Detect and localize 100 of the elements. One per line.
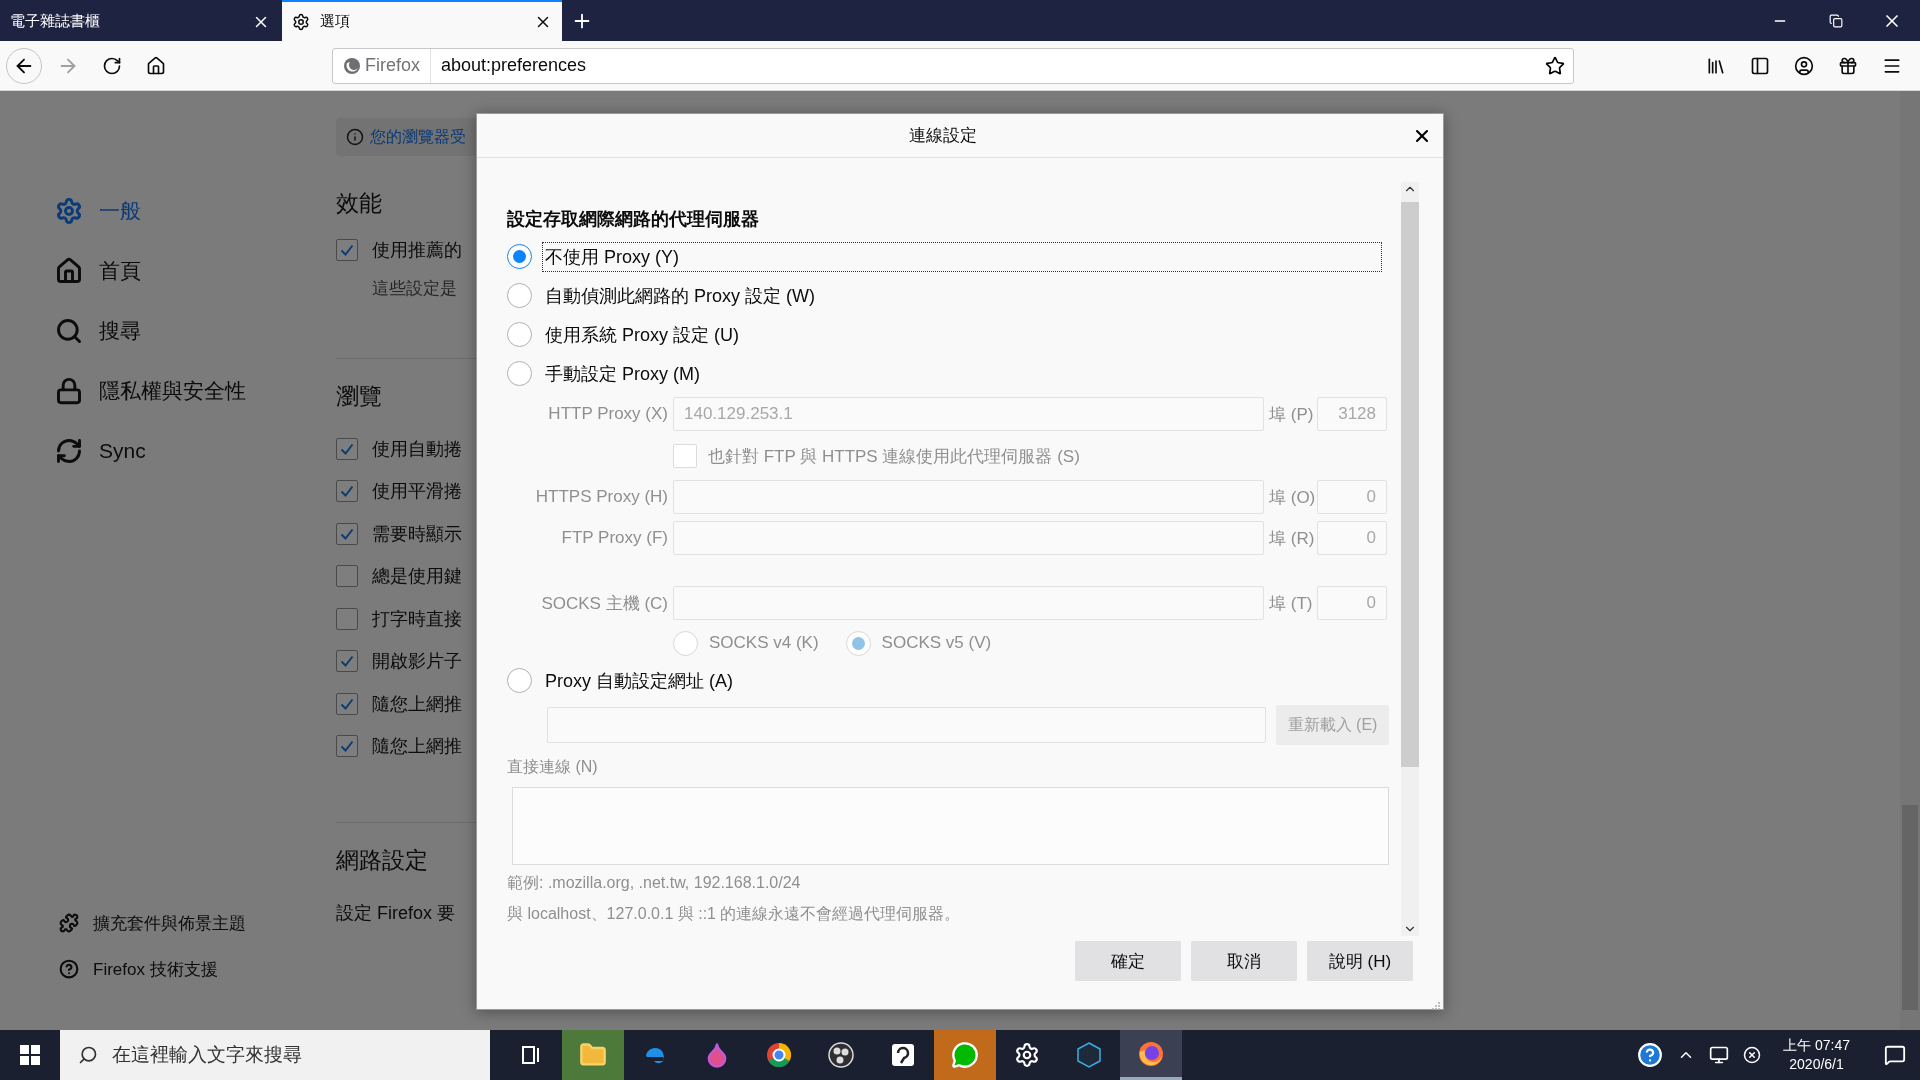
info-icon <box>346 128 364 146</box>
star-icon[interactable] <box>1545 55 1565 76</box>
reload-icon <box>102 55 122 76</box>
notice-text: 您的瀏覽器受 <box>370 126 466 147</box>
browser-tab[interactable]: 選項 <box>282 0 562 41</box>
search-icon <box>55 317 83 345</box>
sync-icon <box>55 437 83 465</box>
fox-globe-icon <box>343 56 361 75</box>
home-icon <box>146 55 166 76</box>
gear-icon <box>292 12 310 31</box>
sidebar-item[interactable]: 一般 <box>55 181 336 241</box>
dialog-button[interactable]: 確定 <box>1075 941 1181 981</box>
clock[interactable]: 上午 07:47 2020/6/1 <box>1783 1036 1850 1074</box>
radio-label: SOCKS v5 (V) <box>881 633 992 653</box>
checkbox-label: 開啟影片子 <box>372 650 462 674</box>
ring-icon <box>765 1041 793 1069</box>
restore-icon[interactable] <box>1829 13 1843 28</box>
field-label: 直接連線 (N) <box>507 757 599 777</box>
home-icon <box>55 257 83 285</box>
radio-button[interactable] <box>507 361 532 386</box>
help-icon[interactable] <box>1637 1042 1664 1068</box>
url-text: about:preferences <box>440 55 588 76</box>
radio-label: 手動設定 Proxy (M) <box>544 362 701 386</box>
checkbox-label: 使用平滑捲 <box>372 480 462 504</box>
checkmark-icon <box>339 483 355 500</box>
checkbox-label: 打字時直接 <box>372 607 462 631</box>
dialog-button[interactable]: 說明 (H) <box>1307 941 1413 981</box>
chat-icon <box>951 1041 979 1069</box>
windows-icon <box>20 1045 40 1065</box>
puzzle-icon <box>59 913 79 933</box>
gear-icon <box>1014 1042 1040 1068</box>
section-title: 瀏覽 <box>336 381 382 411</box>
checkmark-icon <box>339 738 355 755</box>
section-title: 效能 <box>336 189 382 218</box>
checkbox[interactable] <box>336 565 358 588</box>
sidebar-icon <box>1750 55 1770 76</box>
checkbox[interactable] <box>336 607 358 630</box>
sidebar-link[interactable]: Firefox 技術支援 <box>55 946 336 992</box>
checkbox-label: 隨您上網推 <box>372 735 462 759</box>
radio-button[interactable] <box>507 668 532 693</box>
folder-icon <box>579 1041 607 1069</box>
help-icon <box>59 959 79 979</box>
hint-text: 範例: .mozilla.org, .net.tw, 192.168.1.0/24 <box>507 873 802 893</box>
section-title: 網路設定 <box>336 845 428 875</box>
fox-globe-icon <box>1137 1039 1165 1068</box>
radio-button[interactable] <box>507 244 532 269</box>
checkbox-label: 隨您上網推 <box>372 692 462 716</box>
checkbox-label: 也針對 FTP 與 HTTPS 連線使用此代理伺服器 (S) <box>708 445 1080 468</box>
taskbar-search-field[interactable]: 在這裡輸入文字來搜尋 <box>60 1030 490 1080</box>
checkmark-icon <box>339 653 355 670</box>
user-icon <box>1794 55 1814 76</box>
no-proxy-field[interactable] <box>512 787 1389 865</box>
notification-icon[interactable] <box>1884 1044 1906 1066</box>
dialog-button[interactable]: 取消 <box>1191 941 1297 981</box>
sidebar-item[interactable]: Sync <box>55 421 336 481</box>
checkbox-label: 需要時顯示 <box>372 522 462 546</box>
circle-icon <box>827 1041 855 1069</box>
sidebar-item[interactable]: 首頁 <box>55 241 336 301</box>
radio-label: 自動偵測此網路的 Proxy 設定 (W) <box>544 284 816 308</box>
checkmark-icon <box>339 242 355 259</box>
scrollbar[interactable] <box>1900 91 1920 1030</box>
checkbox-label: 使用推薦的 <box>372 239 462 263</box>
radio-label: Proxy 自動設定網址 (A) <box>544 669 734 693</box>
checkbox[interactable] <box>336 692 358 715</box>
checkbox[interactable] <box>336 239 358 262</box>
lock-icon <box>55 377 83 405</box>
checkbox[interactable] <box>336 735 358 758</box>
taskbar-app[interactable] <box>1120 1030 1182 1080</box>
port-label: 埠 (T) <box>1269 592 1313 615</box>
field-label: FTP Proxy (F) <box>561 528 668 548</box>
port-label: 埠 (R) <box>1269 527 1315 550</box>
sidebar-item[interactable]: 搜尋 <box>55 301 336 361</box>
proxy-host-field[interactable] <box>673 521 1264 555</box>
address-bar[interactable]: Firefox about:preferences <box>332 47 1574 84</box>
checkbox-label: 總是使用鍵 <box>372 565 462 589</box>
radio-label: 不使用 Proxy (Y) <box>543 242 1381 271</box>
checkbox[interactable] <box>336 650 358 673</box>
browser-tab[interactable]: 電子雜誌書櫃 <box>0 0 280 41</box>
scrollbar[interactable] <box>1401 182 1419 936</box>
speech-bubble-icon <box>889 1041 917 1069</box>
checkbox[interactable] <box>336 480 358 503</box>
proxy-host-field[interactable] <box>673 480 1264 514</box>
radio-label: 使用系統 Proxy 設定 (U) <box>544 323 740 347</box>
gear-icon <box>55 197 83 225</box>
radio-button[interactable] <box>507 322 532 347</box>
close-circle-icon[interactable] <box>1743 1046 1762 1064</box>
field-label: HTTPS Proxy (H) <box>535 487 668 507</box>
radio-button[interactable] <box>507 283 532 308</box>
checkbox[interactable] <box>336 522 358 545</box>
identity-label: Firefox <box>365 55 420 76</box>
section-heading: 設定存取網際網路的代理伺服器 <box>507 208 760 231</box>
description-text: 這些設定是 <box>372 278 457 300</box>
sidebar-link[interactable]: 擴充套件與佈景主題 <box>55 900 336 946</box>
proxy-host-field[interactable] <box>673 586 1264 620</box>
dialog-title: 連線設定 <box>909 125 977 147</box>
monitor-icon[interactable] <box>1709 1045 1730 1065</box>
search-icon <box>78 1045 98 1065</box>
checkbox[interactable] <box>336 437 358 460</box>
sidebar-item[interactable]: 隱私權與安全性 <box>55 361 336 421</box>
hexagon-icon <box>1075 1041 1103 1069</box>
